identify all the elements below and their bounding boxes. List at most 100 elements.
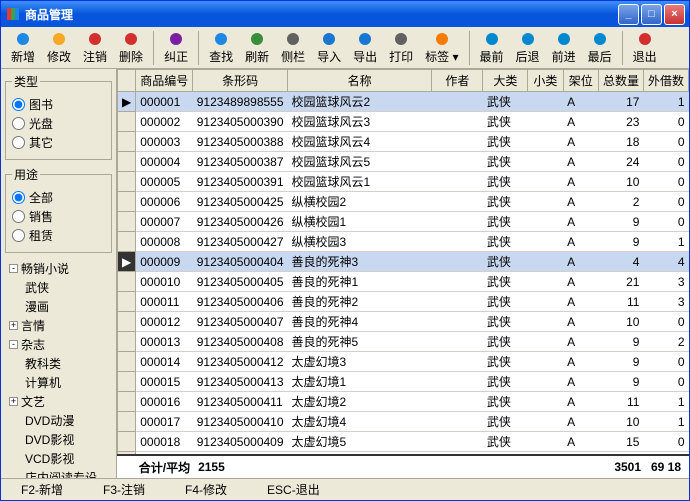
cell-out: 0 xyxy=(643,192,688,212)
toolbar-注销[interactable]: 注销 xyxy=(77,30,113,66)
minimize-button[interactable]: _ xyxy=(618,4,639,25)
toolbar-打印[interactable]: 打印 xyxy=(383,30,419,66)
column-header-名称[interactable]: 名称 xyxy=(288,70,432,92)
table-row[interactable]: 0000119123405000406善良的死神2武侠A113 xyxy=(118,292,689,312)
cell-bc: 9123405000388 xyxy=(193,132,288,152)
close-button[interactable]: × xyxy=(664,4,685,25)
toolbar-最后[interactable]: 最后 xyxy=(582,30,618,66)
cell-sub xyxy=(528,272,563,292)
titlebar[interactable]: 商品管理 _ □ × xyxy=(1,1,689,27)
toolbar-导出[interactable]: 导出 xyxy=(347,30,383,66)
toolbar-修改[interactable]: 修改 xyxy=(41,30,77,66)
table-row[interactable]: 0000059123405000391校园篮球风云1武侠A100 xyxy=(118,172,689,192)
table-row[interactable]: 0000149123405000412太虚幻境3武侠A90 xyxy=(118,352,689,372)
row-indicator xyxy=(118,112,136,132)
toolbar-纠正[interactable]: 纠正 xyxy=(158,30,194,66)
table-row[interactable]: 0000029123405000390校园篮球风云3武侠A230 xyxy=(118,112,689,132)
maximize-button[interactable]: □ xyxy=(641,4,662,25)
table-row[interactable]: 0000129123405000407善良的死神4武侠A100 xyxy=(118,312,689,332)
type-option-图书[interactable]: 图书 xyxy=(12,96,105,113)
tree-item-言情[interactable]: +言情 xyxy=(5,316,112,335)
cell-bc: 9123405000407 xyxy=(193,312,288,332)
column-header-小类[interactable]: 小类 xyxy=(528,70,563,92)
table-row[interactable]: 0000049123405000387校园篮球风云5武侠A240 xyxy=(118,152,689,172)
column-header-外借数[interactable]: 外借数 xyxy=(643,70,688,92)
column-header-条形码[interactable]: 条形码 xyxy=(193,70,288,92)
cell-id: 000010 xyxy=(136,272,193,292)
cell-nm: 校园篮球风云2 xyxy=(288,92,432,112)
tree-item-武侠[interactable]: 武侠 xyxy=(5,278,112,297)
toolbar-标签[interactable]: 标签 ▾ xyxy=(419,30,464,66)
column-header-架位[interactable]: 架位 xyxy=(563,70,598,92)
table-row[interactable]: 0000109123405000405善良的死神1武侠A213 xyxy=(118,272,689,292)
table-row[interactable]: ▶0000099123405000404善良的死神3武侠A44 xyxy=(118,252,689,272)
tree-item-漫画[interactable]: 漫画 xyxy=(5,297,112,316)
table-row[interactable]: 0000189123405000409太虚幻境5武侠A150 xyxy=(118,432,689,452)
cell-nm: 纵横校园1 xyxy=(288,212,432,232)
tree-item-杂志[interactable]: -杂志 xyxy=(5,335,112,354)
table-row[interactable]: 0000069123405000425纵横校园2武侠A20 xyxy=(118,192,689,212)
cell-loc: A xyxy=(563,152,598,172)
tree-expand-icon[interactable]: + xyxy=(9,321,18,330)
tree-item-VCD影视[interactable]: VCD影视 xyxy=(5,449,112,468)
tree-expand-icon[interactable]: - xyxy=(9,264,18,273)
toolbar-后退[interactable]: 后退 xyxy=(510,30,546,66)
cell-au xyxy=(432,192,483,212)
tree-item-畅销小说[interactable]: -畅销小说 xyxy=(5,259,112,278)
toolbar-退出[interactable]: 退出 xyxy=(627,30,663,66)
侧栏-icon xyxy=(285,31,301,47)
table-row[interactable]: 0000159123405000413太虚幻境1武侠A90 xyxy=(118,372,689,392)
tree-item-文艺[interactable]: +文艺 xyxy=(5,392,112,411)
table-row[interactable]: 0000089123405000427纵横校园3武侠A91 xyxy=(118,232,689,252)
最后-icon xyxy=(592,31,608,47)
cell-sub xyxy=(528,192,563,212)
column-header-大类[interactable]: 大类 xyxy=(483,70,528,92)
cell-sub xyxy=(528,212,563,232)
toolbar-新增[interactable]: 新增 xyxy=(5,30,41,66)
cell-id: 000016 xyxy=(136,392,193,412)
use-option-全部[interactable]: 全部 xyxy=(12,189,105,206)
cell-id: 000013 xyxy=(136,332,193,352)
toolbar-刷新[interactable]: 刷新 xyxy=(239,30,275,66)
table-row[interactable]: 0000179123405000410太虚幻境4武侠A101 xyxy=(118,412,689,432)
cell-cat: 武侠 xyxy=(483,132,528,152)
cell-tot: 18 xyxy=(598,132,643,152)
type-option-其它[interactable]: 其它 xyxy=(12,134,105,151)
column-header-商品编号[interactable]: 商品编号 xyxy=(136,70,193,92)
use-option-租赁[interactable]: 租赁 xyxy=(12,227,105,244)
最前-icon xyxy=(484,31,500,47)
column-header-总数量[interactable]: 总数量 xyxy=(598,70,643,92)
cell-tot: 2 xyxy=(598,192,643,212)
toolbar-导入[interactable]: 导入 xyxy=(311,30,347,66)
toolbar-侧栏[interactable]: 侧栏 xyxy=(275,30,311,66)
cell-cat: 武侠 xyxy=(483,152,528,172)
table-row[interactable]: 0000079123405000426纵横校园1武侠A90 xyxy=(118,212,689,232)
table-row[interactable]: 0000169123405000411太虚幻境2武侠A111 xyxy=(118,392,689,412)
cell-au xyxy=(432,412,483,432)
toolbar-最前[interactable]: 最前 xyxy=(474,30,510,66)
cell-nm: 善良的死神1 xyxy=(288,272,432,292)
tree-expand-icon[interactable]: - xyxy=(9,340,18,349)
tree-item-教科类[interactable]: 教科类 xyxy=(5,354,112,373)
type-option-光盘[interactable]: 光盘 xyxy=(12,115,105,132)
cell-nm: 太虚幻境1 xyxy=(288,372,432,392)
tree-item-计算机[interactable]: 计算机 xyxy=(5,373,112,392)
toolbar-删除[interactable]: 删除 xyxy=(113,30,149,66)
table-row[interactable]: ▶0000019123489898555校园篮球风云2武侠A171 xyxy=(118,92,689,112)
tree-item-DVD影视[interactable]: DVD影视 xyxy=(5,430,112,449)
cell-tot: 9 xyxy=(598,352,643,372)
use-option-销售[interactable]: 销售 xyxy=(12,208,105,225)
tree-expand-icon[interactable]: + xyxy=(9,397,18,406)
cell-out: 1 xyxy=(643,392,688,412)
tree-item-店内阅读专设[interactable]: 店内阅读专设 xyxy=(5,468,112,478)
cell-loc: A xyxy=(563,132,598,152)
cell-sub xyxy=(528,92,563,112)
tree-item-DVD动漫[interactable]: DVD动漫 xyxy=(5,411,112,430)
table-row[interactable]: 0000039123405000388校园篮球风云4武侠A180 xyxy=(118,132,689,152)
toolbar-查找[interactable]: 查找 xyxy=(203,30,239,66)
data-grid[interactable]: 商品编号条形码名称作者大类小类架位总数量外借数▶0000019123489898… xyxy=(117,69,689,454)
cell-bc: 9123405000410 xyxy=(193,412,288,432)
column-header-作者[interactable]: 作者 xyxy=(432,70,483,92)
toolbar-前进[interactable]: 前进 xyxy=(546,30,582,66)
table-row[interactable]: 0000139123405000408善良的死神5武侠A92 xyxy=(118,332,689,352)
